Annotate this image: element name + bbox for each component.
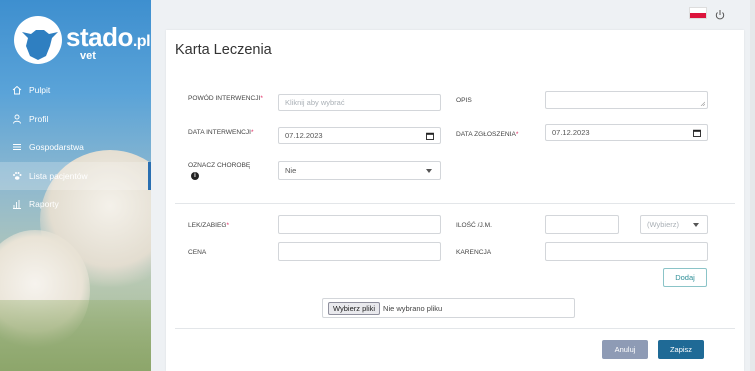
brand-sub: vet: [80, 50, 96, 62]
background-grass: [0, 300, 151, 371]
opis-label: OPIS: [456, 97, 472, 104]
choose-files-button[interactable]: Wybierz pliki: [328, 301, 381, 315]
polish-flag-icon[interactable]: [689, 7, 707, 19]
sidebar-item-gospodarstwa[interactable]: Gospodarstwa: [0, 133, 151, 162]
resize-handle-icon[interactable]: [700, 101, 705, 106]
power-icon[interactable]: [714, 8, 726, 20]
logo[interactable]: stado.pl vet: [14, 16, 151, 66]
save-button[interactable]: Zapisz: [658, 340, 704, 359]
add-button[interactable]: Dodaj: [663, 268, 707, 287]
brand-name: stado: [66, 22, 133, 52]
karencja-label: KARENCJA: [456, 249, 492, 256]
ilosc-label: ILOŚĆ /J.M.: [456, 222, 492, 229]
powod-label: POWÓD INTERWENCJI*: [188, 95, 263, 102]
cena-input[interactable]: [278, 242, 441, 261]
treatment-card: Karta Leczenia POWÓD INTERWENCJI* Klikni…: [166, 30, 744, 371]
data-zgloszenia-input[interactable]: 07.12.2023: [545, 124, 708, 141]
ilosc-input[interactable]: [545, 215, 619, 234]
page-title: Karta Leczenia: [175, 42, 272, 58]
divider: [175, 328, 735, 329]
karencja-input[interactable]: [545, 242, 708, 261]
paw-icon: [11, 170, 23, 182]
data-zgloszenia-label: DATA ZGŁOSZENIA*: [456, 131, 519, 138]
sidebar: stado.pl vet Pulpit Profil Gospodarstwa: [0, 0, 151, 371]
chevron-down-icon: [693, 223, 699, 227]
file-status: Nie wybrano pliku: [383, 303, 443, 313]
sidebar-item-label: Profil: [29, 113, 49, 124]
cancel-button[interactable]: Anuluj: [602, 340, 648, 359]
home-icon: [11, 84, 23, 96]
info-icon[interactable]: i: [191, 172, 199, 180]
chevron-down-icon: [426, 169, 432, 173]
powod-field[interactable]: Kliknij aby wybrać: [278, 94, 441, 111]
scrollbar[interactable]: [750, 0, 755, 371]
jm-select[interactable]: (Wybierz): [640, 215, 708, 234]
cow-head-icon: [14, 16, 62, 64]
user-icon: [11, 113, 23, 125]
calendar-icon[interactable]: [693, 129, 701, 137]
sidebar-item-pulpit[interactable]: Pulpit: [0, 76, 151, 105]
oznacz-chorobe-select[interactable]: Nie: [278, 161, 441, 180]
brand-tld: .pl: [132, 33, 151, 50]
sidebar-item-lista-pacjentow[interactable]: Lista pacjentów: [0, 161, 151, 190]
opis-textarea[interactable]: [545, 91, 708, 109]
bar-chart-icon: [11, 198, 23, 210]
sidebar-item-raporty[interactable]: Raporty: [0, 190, 151, 219]
cena-label: CENA: [188, 249, 207, 256]
sidebar-item-label: Gospodarstwa: [29, 142, 84, 153]
list-icon: [11, 141, 23, 153]
data-interwencji-input[interactable]: 07.12.2023: [278, 127, 441, 144]
lek-zabieg-input[interactable]: [278, 215, 441, 234]
calendar-icon[interactable]: [426, 132, 434, 140]
file-input[interactable]: Wybierz pliki Nie wybrano pliku: [322, 298, 575, 318]
sidebar-nav: Pulpit Profil Gospodarstwa Lista pacjent…: [0, 76, 151, 219]
sidebar-item-label: Raporty: [29, 199, 59, 210]
sidebar-item-profil[interactable]: Profil: [0, 105, 151, 134]
divider: [175, 203, 735, 204]
oznacz-chorobe-label: OZNACZ CHOROBĘ: [188, 162, 251, 169]
sidebar-item-label: Lista pacjentów: [29, 170, 88, 181]
sidebar-item-label: Pulpit: [29, 85, 51, 96]
lek-zabieg-label: LEK/ZABIEG*: [188, 222, 230, 229]
data-interwencji-label: DATA INTERWENCJI*: [188, 129, 254, 136]
